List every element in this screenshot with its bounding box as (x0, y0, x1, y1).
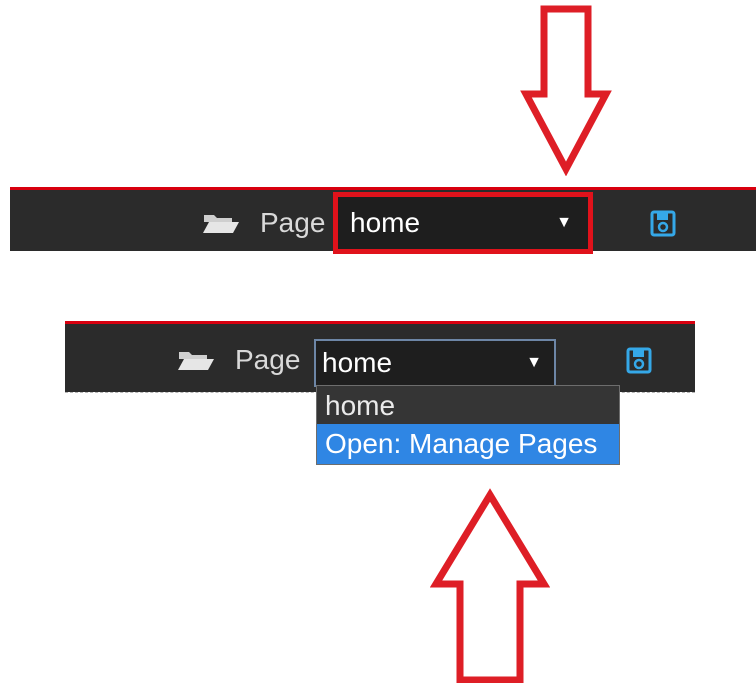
open-folder-icon (178, 352, 214, 370)
open-folder-icon (203, 215, 239, 233)
page-toolbar-closed: Page home ▼ (10, 187, 756, 254)
chevron-down-icon: ▼ (526, 354, 542, 371)
page-select-value: home (350, 207, 421, 238)
page-label: Page (235, 344, 301, 375)
chevron-down-icon: ▼ (556, 214, 572, 231)
screenshot-stage: Page home ▼ Page home ▼ home Open: Manag… (0, 0, 756, 683)
floppy-disk-icon[interactable] (650, 210, 676, 237)
arrow-up-icon (430, 488, 550, 683)
page-toolbar-open: Page home ▼ (65, 321, 695, 392)
page-select[interactable]: home ▼ (333, 192, 593, 254)
page-select-dropdown: home Open: Manage Pages (316, 385, 620, 465)
arrow-down-icon (520, 5, 612, 176)
dropdown-option-home[interactable]: home (317, 388, 619, 424)
page-select-value: home (322, 347, 393, 378)
page-label: Page (260, 207, 326, 238)
dropdown-option-manage-pages[interactable]: Open: Manage Pages (317, 424, 619, 464)
floppy-disk-icon[interactable] (626, 347, 652, 374)
page-select[interactable]: home ▼ (314, 339, 556, 387)
